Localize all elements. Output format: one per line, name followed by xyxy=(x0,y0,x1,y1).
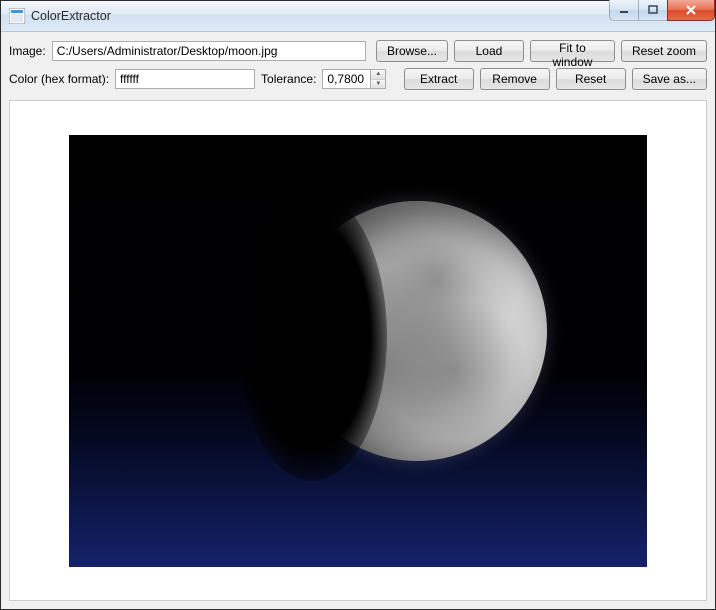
extract-button[interactable]: Extract xyxy=(404,68,474,90)
window-title: ColorExtractor xyxy=(31,9,111,23)
tolerance-stepper: ▲ ▼ xyxy=(370,69,386,89)
window-controls xyxy=(610,0,715,21)
row-color: Color (hex format): Tolerance: ▲ ▼ Extra… xyxy=(9,68,707,90)
tolerance-step-up[interactable]: ▲ xyxy=(371,70,385,80)
remove-button[interactable]: Remove xyxy=(480,68,550,90)
browse-button[interactable]: Browse... xyxy=(376,40,448,62)
app-window: ColorExtractor Image: Browse... L xyxy=(0,0,716,610)
maximize-icon xyxy=(648,5,658,15)
image-canvas xyxy=(69,135,647,567)
image-label: Image: xyxy=(9,44,46,58)
maximize-button[interactable] xyxy=(638,0,668,21)
app-icon xyxy=(9,8,25,24)
row-image: Image: Browse... Load Fit to window Rese… xyxy=(9,40,707,62)
save-as-button[interactable]: Save as... xyxy=(632,68,707,90)
tolerance-label: Tolerance: xyxy=(261,72,316,86)
row1-buttons: Browse... Load Fit to window Reset zoom xyxy=(376,40,707,62)
minimize-icon xyxy=(619,5,629,15)
fit-to-window-button[interactable]: Fit to window xyxy=(530,40,615,62)
moon-image xyxy=(287,201,547,461)
minimize-button[interactable] xyxy=(609,0,639,21)
tolerance-spinner: ▲ ▼ xyxy=(322,69,386,89)
color-label: Color (hex format): xyxy=(9,72,109,86)
client-area: Image: Browse... Load Fit to window Rese… xyxy=(1,32,715,609)
title-bar[interactable]: ColorExtractor xyxy=(1,1,715,32)
reset-button[interactable]: Reset xyxy=(556,68,626,90)
image-viewer[interactable] xyxy=(9,100,707,601)
load-button[interactable]: Load xyxy=(454,40,524,62)
row2-buttons: Extract Remove Reset Save as... xyxy=(404,68,707,90)
close-button[interactable] xyxy=(667,0,715,21)
tolerance-step-down[interactable]: ▼ xyxy=(371,80,385,89)
tolerance-input[interactable] xyxy=(322,69,370,89)
reset-zoom-button[interactable]: Reset zoom xyxy=(621,40,707,62)
color-hex-input[interactable] xyxy=(115,69,255,89)
image-path-input[interactable] xyxy=(52,41,366,61)
close-icon xyxy=(685,5,697,15)
